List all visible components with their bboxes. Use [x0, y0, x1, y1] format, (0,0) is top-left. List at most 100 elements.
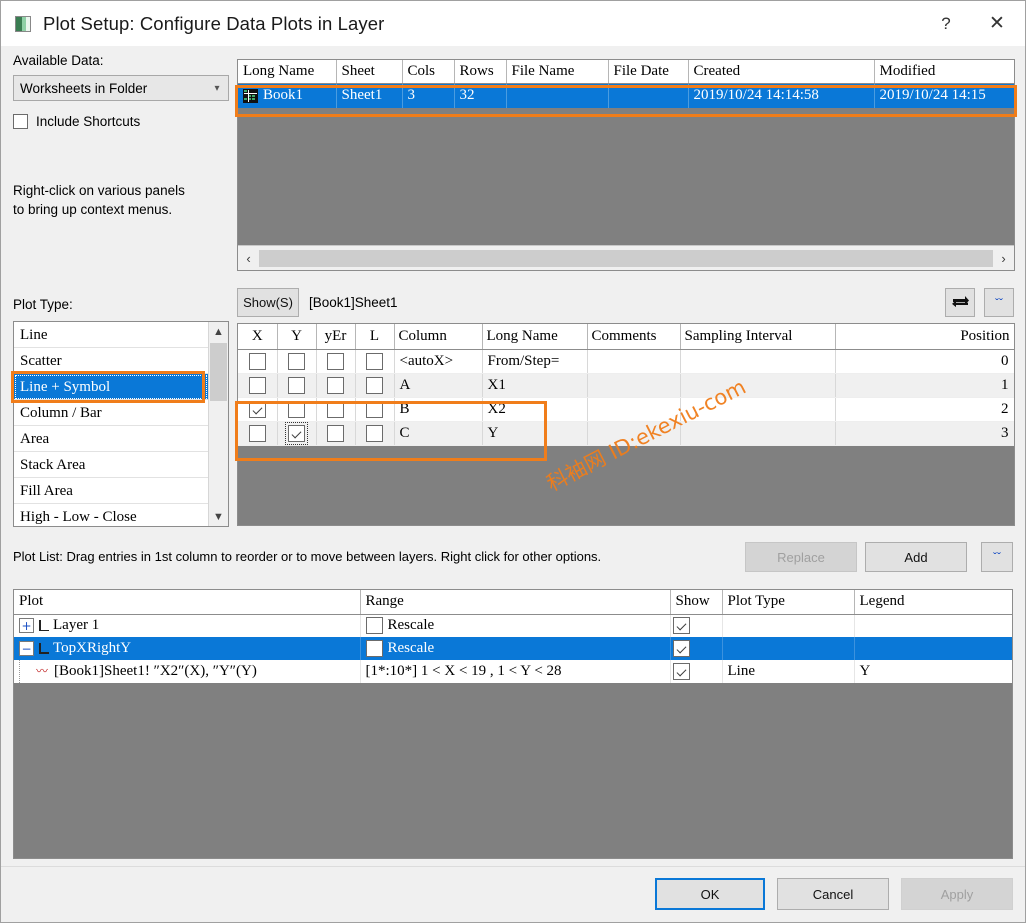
- plot-type-item-0[interactable]: Line: [14, 322, 208, 348]
- worksheet-col-header-2[interactable]: Cols: [402, 60, 455, 84]
- worksheet-col-header-6[interactable]: Created: [688, 60, 875, 84]
- worksheet-col-header-7[interactable]: Modified: [874, 60, 1014, 84]
- plot-list-col-header-3[interactable]: Plot Type: [722, 590, 855, 615]
- rescale-checkbox[interactable]: [365, 640, 383, 657]
- scroll-right-icon[interactable]: ›: [993, 251, 1014, 266]
- plot-list-col-header-2[interactable]: Show: [670, 590, 723, 615]
- plot-list-grid: Plot Range Show Plot Type Legend + Layer 1 Res…: [14, 590, 1012, 683]
- columns-col-header-4[interactable]: Column: [394, 324, 483, 350]
- columns-table[interactable]: X YyEr L Column Long Name Comments Sampling In…: [237, 323, 1015, 526]
- table-row[interactable]: A X1 1: [238, 373, 1014, 398]
- columns-col-header-2[interactable]: yEr: [316, 324, 356, 350]
- worksheet-col-header-0[interactable]: Long Name: [238, 60, 337, 84]
- plot-type-list[interactable]: Line Scatter Line + Symbol Column / Bar Area…: [13, 321, 229, 527]
- add-button[interactable]: Add: [865, 542, 967, 572]
- plot-type-item-4[interactable]: Area: [14, 426, 208, 452]
- available-data-table[interactable]: Long Name Sheet Cols Rows File Name File Date…: [237, 59, 1015, 271]
- plot-list-table[interactable]: Plot Range Show Plot Type Legend + Layer 1 Res…: [13, 589, 1013, 859]
- show-checkbox[interactable]: [672, 663, 690, 681]
- legend-cell: [854, 637, 1012, 660]
- plot-type-item-6[interactable]: Fill Area: [14, 478, 208, 504]
- y-checkbox[interactable]: [285, 421, 308, 445]
- table-row[interactable]: CY 3: [238, 421, 1014, 446]
- y-checkbox[interactable]: [288, 352, 305, 370]
- layer-icon: [37, 619, 50, 632]
- table-row[interactable]: <autoX> From/Step= 0: [238, 349, 1014, 374]
- file-name-cell: [506, 83, 609, 108]
- columns-col-header-6[interactable]: Comments: [587, 324, 681, 350]
- plot-list-row[interactable]: − TopXRightY Rescale: [14, 637, 1012, 660]
- label-checkbox[interactable]: [366, 376, 383, 394]
- show-button[interactable]: Show(S): [237, 288, 299, 317]
- x-checkbox[interactable]: [248, 424, 266, 442]
- rescale-checkbox[interactable]: [365, 617, 383, 635]
- table-row[interactable]: B X2 2: [238, 397, 1014, 422]
- show-more-icon[interactable]: ˇˇ: [984, 288, 1014, 317]
- label-checkbox-cell: [355, 397, 395, 422]
- worksheet-hscrollbar[interactable]: ‹ ›: [238, 245, 1014, 270]
- x-checkbox[interactable]: [248, 400, 266, 418]
- apply-button[interactable]: Apply: [901, 878, 1013, 910]
- help-icon[interactable]: ?: [923, 1, 969, 46]
- yerr-checkbox[interactable]: [327, 400, 344, 418]
- columns-col-header-0[interactable]: X: [238, 324, 278, 350]
- show-checkbox[interactable]: [672, 617, 690, 635]
- include-shortcuts-checkbox[interactable]: [13, 114, 28, 129]
- plot-type-item-3[interactable]: Column / Bar: [14, 400, 208, 426]
- scroll-left-icon[interactable]: ‹: [238, 251, 259, 266]
- plot-list-col-header-4[interactable]: Legend: [854, 590, 1012, 615]
- show-checkbox[interactable]: [672, 640, 690, 658]
- swap-columns-icon[interactable]: [945, 288, 975, 317]
- plot-type-item-7[interactable]: High - Low - Close: [14, 504, 208, 526]
- worksheet-col-header-3[interactable]: Rows: [454, 60, 507, 84]
- columns-col-header-5[interactable]: Long Name: [482, 324, 588, 350]
- yerr-checkbox[interactable]: [327, 352, 344, 370]
- worksheet-col-header-5[interactable]: File Date: [608, 60, 689, 84]
- label-checkbox[interactable]: [366, 400, 383, 418]
- tree-expander-icon[interactable]: −: [19, 641, 34, 656]
- scroll-down-icon[interactable]: ▼: [209, 507, 228, 526]
- plot-list-row[interactable]: 〰 [Book1]Sheet1! ″X2″(X), ″Y″(Y) [1*:10*] …: [14, 660, 1012, 683]
- range-label: Rescale: [387, 640, 435, 656]
- data-source-select[interactable]: Worksheets in Folder ▾: [13, 75, 229, 101]
- plot-type-item-5[interactable]: Stack Area: [14, 452, 208, 478]
- y-checkbox[interactable]: [288, 376, 305, 394]
- y-checkbox[interactable]: [288, 400, 305, 418]
- yerr-checkbox[interactable]: [327, 376, 344, 394]
- scroll-up-icon[interactable]: ▲: [209, 322, 228, 341]
- comments-cell: [587, 373, 681, 398]
- x-checkbox[interactable]: [248, 376, 266, 394]
- plot-type-label: Plot Type:: [13, 297, 73, 312]
- plot-list-row[interactable]: + Layer 1 Rescale: [14, 614, 1012, 637]
- available-data-panel: Available Data: Worksheets in Folder ▾ I…: [13, 53, 229, 219]
- label-checkbox[interactable]: [366, 424, 383, 442]
- ok-button[interactable]: OK: [655, 878, 765, 910]
- plot-list-col-header-1[interactable]: Range: [360, 590, 671, 615]
- label-checkbox[interactable]: [366, 352, 383, 370]
- x-checkbox[interactable]: [248, 352, 266, 370]
- worksheet-col-header-4[interactable]: File Name: [506, 60, 609, 84]
- yerr-checkbox[interactable]: [327, 424, 344, 442]
- plot-type-item-1[interactable]: Scatter: [14, 348, 208, 374]
- sheet-cell: Sheet1: [336, 83, 403, 108]
- include-shortcuts-row[interactable]: Include Shortcuts: [13, 114, 229, 129]
- hscrollbar-thumb[interactable]: [259, 249, 993, 267]
- tree-expander-icon[interactable]: +: [19, 618, 34, 634]
- replace-button[interactable]: Replace: [745, 542, 857, 572]
- scrollbar-thumb[interactable]: [210, 343, 227, 401]
- columns-col-header-3[interactable]: L: [355, 324, 395, 350]
- range-cell: [1*:10*] 1 < X < 19 , 1 < Y < 28: [360, 660, 671, 683]
- plot-type-scrollbar[interactable]: ▲ ▼: [208, 322, 228, 526]
- show-cell: [670, 660, 723, 683]
- columns-col-header-8[interactable]: Position: [835, 324, 1014, 350]
- plot-list-more-icon[interactable]: ˇˇ: [981, 542, 1013, 572]
- worksheet-col-header-1[interactable]: Sheet: [336, 60, 403, 84]
- columns-col-header-7[interactable]: Sampling Interval: [680, 324, 836, 350]
- cancel-button[interactable]: Cancel: [777, 878, 889, 910]
- plot-type-item-2[interactable]: Line + Symbol: [14, 374, 208, 400]
- close-icon[interactable]: ✕: [969, 1, 1025, 46]
- plot-label: Layer 1: [53, 617, 100, 634]
- table-row[interactable]: Book1 Sheet1 3 32 2019/10/24 14:14:58 2019/10…: [238, 83, 1014, 108]
- plot-list-col-header-0[interactable]: Plot: [14, 590, 361, 615]
- columns-col-header-1[interactable]: Y: [277, 324, 317, 350]
